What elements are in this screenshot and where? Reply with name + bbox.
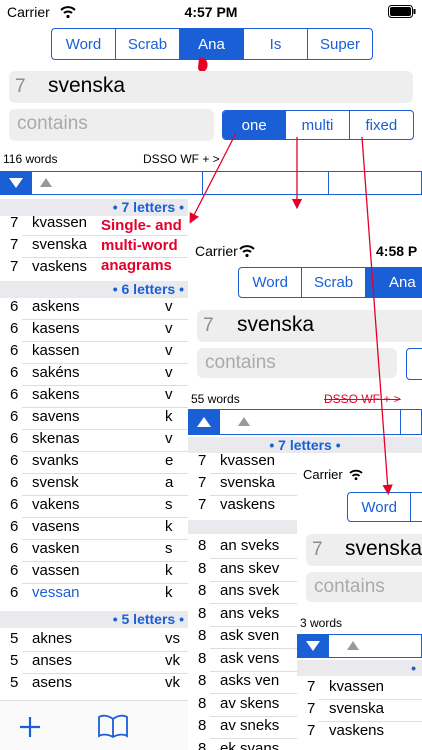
arrow-one-to-main — [189, 132, 237, 224]
arrow-fixed-to-screen3 — [361, 136, 393, 496]
annotation-arrows — [189, 132, 393, 496]
